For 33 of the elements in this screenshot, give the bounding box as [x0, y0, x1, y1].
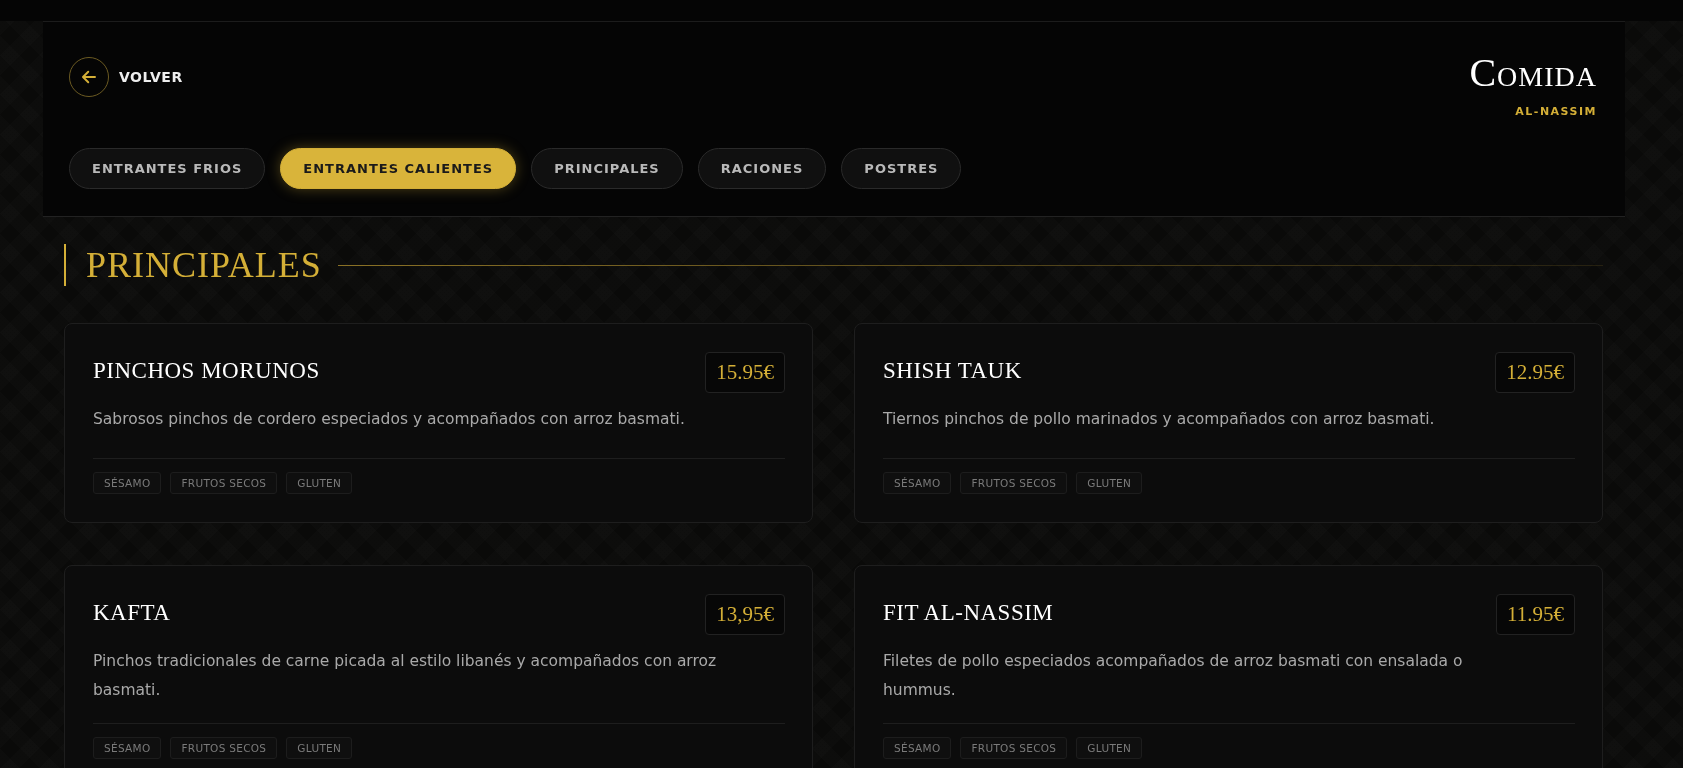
dish-name: KAFTA [93, 600, 171, 626]
allergen-tag: GLUTEN [286, 737, 353, 759]
dish-price: 12.95€ [1495, 352, 1575, 393]
category-tab[interactable]: POSTRES [841, 148, 962, 189]
dish-name: FIT AL-NASSIM [883, 600, 1054, 626]
back-link[interactable]: VOLVER [69, 57, 183, 97]
dish-description: Sabrosos pinchos de cordero especiados y acompañados con arroz basmati. [93, 409, 686, 430]
dish-name: PINCHOS MORUNOS [93, 358, 320, 384]
dish-name: SHISH TAUK [883, 358, 1022, 384]
dish-price: 11.95€ [1496, 594, 1575, 635]
dish-description: Pinchos tradicionales de carne picada al estilo libanés y acompañados con arroz basmati. [93, 651, 718, 701]
allergen-tag: SÉSAMO [883, 737, 952, 759]
category-tab[interactable]: PRINCIPALES [531, 148, 683, 189]
dish-description: Filetes de pollo especiados acompañados de arroz basmati con ensalada o hummus. [883, 651, 1464, 701]
allergen-tag: SÉSAMO [93, 737, 162, 759]
allergen-tag: SÉSAMO [883, 472, 952, 494]
restaurant-name: AL-NASSIM [1515, 105, 1597, 118]
allergen-tag: FRUTOS SECOS [960, 737, 1068, 759]
allergen-tag: GLUTEN [1076, 472, 1143, 494]
allergen-tag: FRUTOS SECOS [170, 472, 278, 494]
dish-description: Tiernos pinchos de pollo marinados y acompañados con arroz basmati. [883, 409, 1436, 430]
category-tab[interactable]: ENTRANTES FRIOS [69, 148, 266, 189]
allergen-tag: GLUTEN [286, 472, 353, 494]
allergen-tag: FRUTOS SECOS [170, 737, 278, 759]
allergen-tag: SÉSAMO [93, 472, 162, 494]
allergen-tag: GLUTEN [1076, 737, 1143, 759]
page-title: Comida [1469, 53, 1597, 93]
allergen-tag: FRUTOS SECOS [960, 472, 1068, 494]
dish-price: 15.95€ [705, 352, 785, 393]
dish-price: 13,95€ [705, 594, 785, 635]
category-tab[interactable]: ENTRANTES CALIENTES [280, 148, 517, 189]
section-title: PRINCIPALES [64, 244, 322, 286]
category-tab[interactable]: RACIONES [697, 148, 827, 189]
